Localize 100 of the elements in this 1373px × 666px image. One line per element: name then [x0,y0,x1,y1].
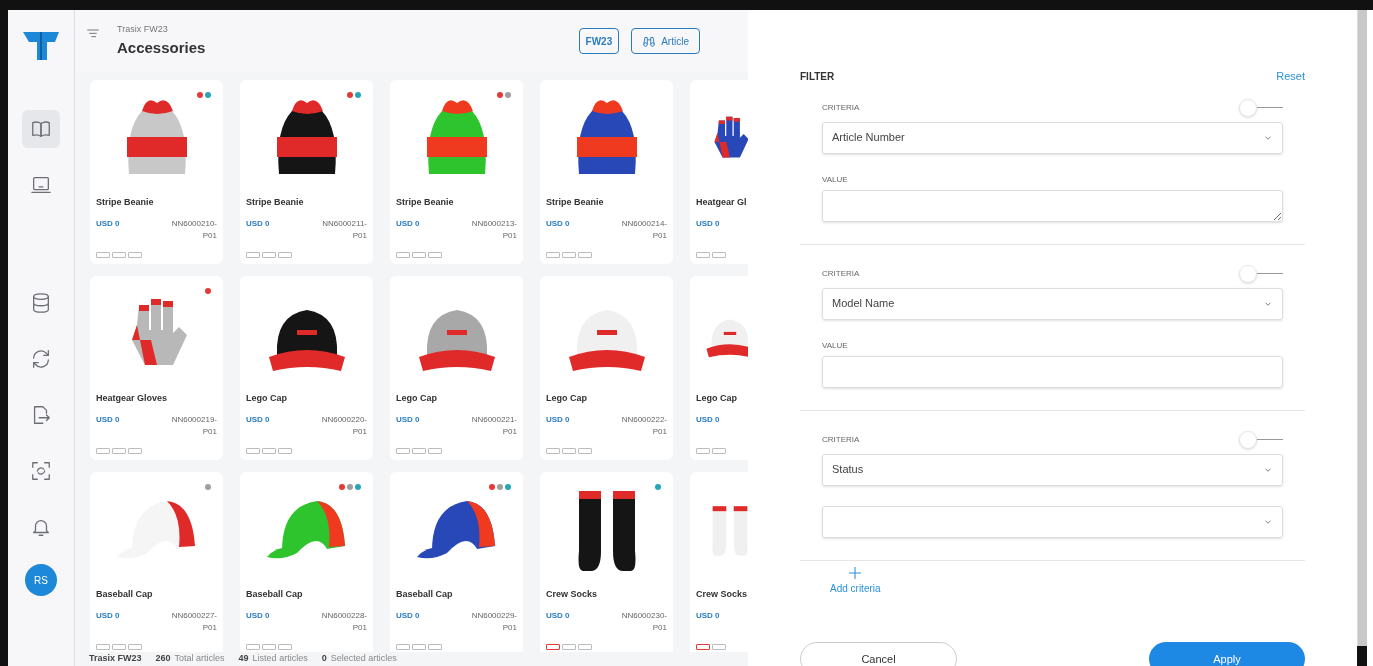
tag-chip [278,252,292,258]
article-number: NN6000230- [621,609,667,622]
article-number: P01 [652,229,667,242]
article-number: P01 [352,425,367,438]
article-number: NN6000213- [471,217,517,230]
article-card[interactable]: Baseball Cap USD 0 NN6000229- P01 [390,472,523,652]
stat-label: Selected articles [330,652,397,666]
tag-chip [562,252,576,258]
price: USD 0 [696,413,720,426]
tag-chip [412,448,426,454]
price: USD 0 [546,609,570,622]
article-card[interactable]: Lego Cap USD 0 NN6000222- P01 [540,276,673,460]
tag-chip [578,644,592,650]
field-label: CRITERIA [822,101,860,114]
value-field[interactable] [822,355,1283,388]
article-card[interactable]: Stripe Beanie USD 0 NN6000210- P01 [90,80,223,264]
price: USD 0 [546,217,570,230]
tag-chip [712,644,726,650]
article-card[interactable]: Heatgear Gl USD 0 [690,80,748,264]
article-card[interactable]: Baseball Cap USD 0 NN6000228- P01 [240,472,373,652]
article-name: Baseball Cap [396,588,454,601]
article-number: NN6000214- [621,217,667,230]
scrollbar[interactable] [1357,10,1367,646]
article-number: P01 [202,229,217,242]
article-card[interactable]: Crew Socks USD 0 NN6000230- P01 [540,472,673,652]
stat-label: Listed articles [252,652,308,666]
value-field[interactable] [822,189,1283,222]
tag-chip [112,644,126,650]
stat-count: 49 [238,652,249,666]
article-name: Crew Socks [546,588,599,601]
field-label: VALUE [822,339,849,352]
article-card[interactable]: Crew Socks USD 0 [690,472,748,652]
criteria-dropdown[interactable]: Status [822,453,1283,486]
article-number: NN6000211- [322,217,367,230]
price: USD 0 [96,609,120,622]
article-card[interactable]: Stripe Beanie USD 0 NN6000211- P01 [240,80,373,264]
criteria-dropdown[interactable]: Model Name [822,287,1283,320]
toggle-switch[interactable] [1239,430,1283,449]
avatar[interactable]: RS [25,564,57,596]
article-number: NN6000222- [621,413,667,426]
article-number: NN6000229- [471,609,517,622]
article-name: Lego Cap [696,392,738,405]
article-card[interactable]: Lego Cap USD 0 [690,276,748,460]
price: USD 0 [546,413,570,426]
tag-chip [562,448,576,454]
price: USD 0 [396,413,420,426]
article-name: Baseball Cap [96,588,154,601]
article-button[interactable]: Article [631,28,700,54]
reset-link[interactable]: Reset [1276,68,1305,85]
apply-button[interactable]: Apply [1149,642,1305,666]
article-name: Lego Cap [546,392,588,405]
stat-count: 260 [155,652,171,666]
breadcrumb: Trasix FW23 [117,23,169,36]
toggle-switch[interactable] [1239,264,1283,283]
article-card[interactable]: Lego Cap USD 0 NN6000221- P01 [390,276,523,460]
laptop-icon [30,174,52,196]
tag-chip [696,644,710,650]
tag-chip [546,252,560,258]
article-card[interactable]: Stripe Beanie USD 0 NN6000214- P01 [540,80,673,264]
article-number: NN6000210- [171,217,217,230]
price: USD 0 [396,609,420,622]
sync-icon [30,348,52,370]
article-number: P01 [502,229,517,242]
article-card[interactable]: Baseball Cap USD 0 NN6000227- P01 [90,472,223,652]
tag-chip [396,448,410,454]
article-card[interactable]: Stripe Beanie USD 0 NN6000213- P01 [390,80,523,264]
tag-chip [112,448,126,454]
tag-chip [578,448,592,454]
article-name: Heatgear Gloves [96,392,169,405]
tag-chip [546,448,560,454]
article-card[interactable]: Lego Cap USD 0 NN6000220- P01 [240,276,373,460]
article-name: Crew Socks [696,588,748,601]
price: USD 0 [246,413,270,426]
price: USD 0 [696,217,720,230]
toggle-switch[interactable] [1239,98,1283,117]
tag-chip [712,252,726,258]
tag-chip [412,644,426,650]
article-number: NN6000221- [471,413,517,426]
tag-chip [246,448,260,454]
article-card[interactable]: Heatgear Gloves USD 0 NN6000219- P01 [90,276,223,460]
article-name: Heatgear Gl [696,196,748,209]
tag-chip [546,644,560,650]
price: USD 0 [96,413,120,426]
criteria-dropdown[interactable]: Article Number [822,121,1283,154]
tag-chip [396,644,410,650]
add-criteria-button[interactable]: Add criteria [830,564,881,596]
tag-chip [128,448,142,454]
stat-label: Total articles [174,652,225,666]
binoculars-icon [642,35,657,47]
plus-icon [847,564,864,581]
panel-title: FILTER [800,69,835,84]
database-icon [30,292,52,314]
article-number: P01 [652,425,667,438]
tag-chip [578,252,592,258]
tag-chip [278,448,292,454]
season-button[interactable]: FW23 [578,28,620,54]
tag-chip [696,252,710,258]
article-number: P01 [202,425,217,438]
book-button[interactable] [22,110,60,148]
cancel-button[interactable]: Cancel [800,642,957,666]
